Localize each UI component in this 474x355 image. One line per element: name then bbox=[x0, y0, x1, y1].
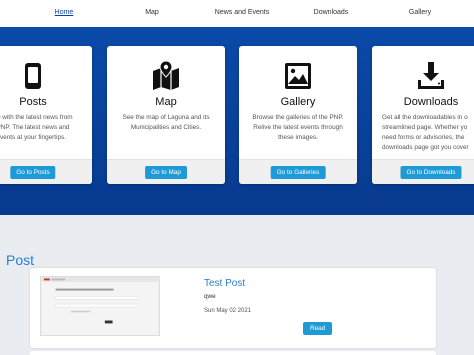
post-excerpt: qwe bbox=[204, 293, 216, 300]
card-title: Map bbox=[155, 96, 177, 108]
nav-home-link[interactable]: Home bbox=[55, 9, 74, 16]
card-posts: Posts up with the latest news from PNP. … bbox=[0, 46, 92, 184]
section-title: Post bbox=[6, 252, 35, 268]
card-footer: Go to Posts bbox=[0, 159, 92, 184]
card-footer: Go to Map bbox=[107, 159, 225, 184]
post-card: Test Post qwe Sun May 02 2021 Read bbox=[30, 268, 436, 348]
card-description: up with the latest news from PNP. The la… bbox=[0, 114, 73, 141]
card-map: Map See the map of Laguna and its Munici… bbox=[107, 46, 225, 184]
phone-icon bbox=[25, 63, 41, 89]
nav-map-link[interactable]: Map bbox=[145, 9, 159, 16]
top-nav: Home Map News and Events Downloads Galle… bbox=[0, 0, 474, 27]
post-card-next bbox=[30, 351, 436, 355]
card-description: See the map of Laguna and its Municipali… bbox=[122, 114, 210, 131]
card-title: Posts bbox=[19, 96, 47, 108]
gallery-icon bbox=[285, 63, 311, 89]
card-title: Downloads bbox=[403, 96, 459, 108]
go-to-downloads-button[interactable]: Go to Downloads bbox=[400, 166, 462, 179]
posts-section: Post Test Post qwe Sun May 02 2021 Read bbox=[0, 215, 474, 355]
post-thumbnail[interactable] bbox=[40, 276, 160, 336]
post-title[interactable]: Test Post bbox=[204, 278, 245, 289]
nav-gallery-link[interactable]: Gallery bbox=[409, 9, 431, 16]
card-gallery: Gallery Browse the galleries of the PNP.… bbox=[239, 46, 357, 184]
nav-downloads-link[interactable]: Downloads bbox=[314, 9, 349, 16]
post-date: Sun May 02 2021 bbox=[204, 308, 252, 314]
map-icon bbox=[153, 60, 179, 90]
go-to-posts-button[interactable]: Go to Posts bbox=[10, 166, 56, 179]
read-button[interactable]: Read bbox=[303, 322, 333, 335]
nav-news-events-link[interactable]: News and Events bbox=[215, 9, 269, 16]
card-footer: Go to Downloads bbox=[372, 159, 474, 184]
go-to-map-button[interactable]: Go to Map bbox=[145, 166, 187, 179]
card-description: Browse the galleries of the PNP. Relive … bbox=[252, 114, 344, 141]
card-description: Get all the downloadables in o streamlin… bbox=[382, 114, 469, 151]
go-to-galleries-button[interactable]: Go to Galleries bbox=[270, 166, 326, 179]
download-icon bbox=[418, 62, 444, 89]
feature-band: Posts up with the latest news from PNP. … bbox=[0, 27, 474, 215]
card-footer: Go to Galleries bbox=[239, 159, 357, 184]
card-title: Gallery bbox=[280, 96, 316, 108]
card-downloads: Downloads Get all the downloadables in o… bbox=[372, 46, 474, 184]
